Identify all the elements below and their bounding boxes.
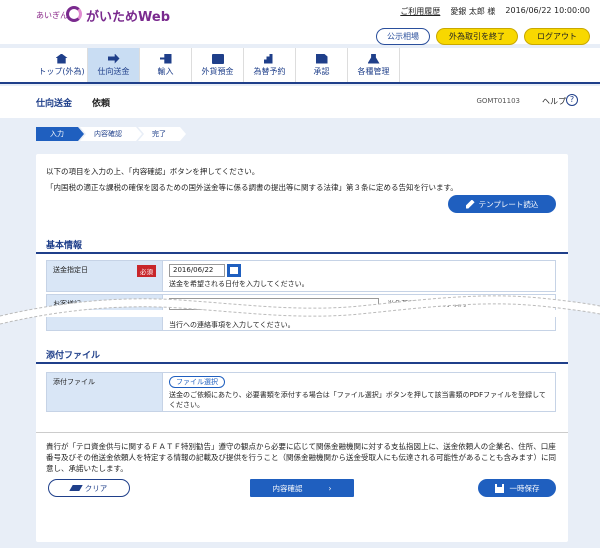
logout-button[interactable]: ログアウト (524, 28, 590, 45)
pencil-icon (465, 199, 475, 209)
send-date-label-text: 送金指定日 (53, 266, 88, 274)
attachment-body: ファイル選択 送金のご依頼にあたり、必要書類を添付する場合は「ファイル選択」ボタ… (163, 373, 555, 411)
consent-notice: 貴行が「テロ資金供与に関するＦＡＴＦ特別勧告」遵守の観点から必要に応じて関係金融… (36, 432, 568, 482)
nav-item-remittance[interactable]: 仕向送金 (88, 48, 140, 82)
page-title: 仕向送金 (36, 99, 73, 109)
nav-item-top[interactable]: トップ(外為) (36, 48, 88, 82)
rates-button[interactable]: 公示相場 (376, 28, 430, 45)
send-date-label: 送金指定日 必須 (47, 261, 163, 291)
progress-steps: 入力 内容確認 完了 (36, 127, 182, 141)
home-icon (55, 53, 68, 64)
header-info: ご利用履歴 愛銀 太郎 様 2016/06/22 10:00:00 (400, 6, 590, 17)
save-icon (494, 483, 504, 493)
clear-label: クリア (84, 483, 108, 493)
attachment-row: 添付ファイル ファイル選択 送金のご依頼にあたり、必要書類を添付する場合は「ファ… (46, 372, 556, 412)
brand-name: がいためWeb (86, 10, 170, 25)
attachment-label: 添付ファイル (47, 373, 163, 411)
login-datetime: 2016/06/22 10:00:00 (505, 6, 590, 15)
confirm-button[interactable]: 内容確認 › (250, 479, 354, 497)
template-load-button[interactable]: テンプレート読込 (448, 195, 556, 213)
help-icon[interactable]: ? (566, 94, 578, 106)
nav-label: 輸入 (157, 66, 174, 76)
main-form-card: 以下の項目を入力の上、「内容確認」ボタンを押してください。 「内国税の適正な課税… (36, 154, 568, 542)
nav-item-deposit[interactable]: 外貨預金 (192, 48, 244, 82)
brand-small-text: あいぎん (36, 11, 68, 20)
nav-label: 外貨預金 (201, 66, 234, 76)
calendar-icon[interactable] (227, 264, 241, 277)
save-label: 一時保存 (509, 483, 540, 493)
save-draft-button[interactable]: 一時保存 (478, 479, 556, 497)
step-input: 入力 (36, 127, 84, 141)
import-icon (159, 53, 172, 64)
brand-logo-icon (66, 6, 82, 22)
nav-item-approve[interactable]: 承認 (296, 48, 348, 82)
admin-icon (367, 53, 380, 64)
nav-label: トップ(外為) (38, 66, 85, 76)
file-select-button[interactable]: ファイル選択 (169, 376, 225, 388)
chart-icon (263, 53, 273, 64)
page-subtitle: 依頼 (92, 99, 111, 109)
user-name: 愛銀 太郎 様 (450, 7, 496, 16)
torn-separator (0, 295, 600, 325)
attachment-title: 添付ファイル (46, 351, 101, 361)
header-buttons: 公示相場 外為取引を終了 ログアウト (376, 28, 590, 45)
top-header: あいぎん がいためWeb ご利用履歴 愛銀 太郎 様 2016/06/22 10… (0, 0, 600, 45)
step-complete: 完了 (138, 127, 186, 141)
basic-info-title: 基本情報 (46, 241, 83, 251)
attachment-hint: 送金のご依頼にあたり、必要書類を添付する場合は「ファイル選択」ボタンを押して該当… (169, 391, 546, 409)
intro-text-1: 以下の項目を入力の上、「内容確認」ボタンを押してください。 (46, 167, 260, 176)
approve-icon (315, 53, 328, 64)
step-confirm: 内容確認 (80, 127, 142, 141)
nav-item-import[interactable]: 輸入 (140, 48, 192, 82)
nav-label: 仕向送金 (97, 66, 130, 76)
intro-text-2: 「内国税の適正な課税の確保を図るための国外送金等に係る調書の提出等に関する法律」… (46, 183, 458, 192)
eraser-icon (69, 485, 83, 491)
nav-item-admin[interactable]: 各種管理 (348, 48, 400, 82)
end-fx-button[interactable]: 外為取引を終了 (436, 28, 518, 45)
send-date-input[interactable]: 2016/06/22 (169, 264, 225, 277)
screen-code: GOMT01103 (476, 97, 520, 105)
deposit-icon (211, 53, 224, 64)
nav-label: 各種管理 (357, 66, 390, 76)
basic-info-divider (36, 252, 568, 254)
required-badge: 必須 (137, 265, 156, 277)
send-date-body: 2016/06/22 送金を希望される日付を入力してください。 (163, 261, 555, 291)
clear-button[interactable]: クリア (48, 479, 130, 497)
nav-item-forward[interactable]: 為替予約 (244, 48, 296, 82)
nav-label: 為替予約 (253, 66, 286, 76)
help-link[interactable]: ヘルプ (542, 96, 566, 107)
attachment-divider (36, 362, 568, 364)
main-nav: トップ(外為) 仕向送金 輸入 外貨預金 為替予約 承認 各種管理 (0, 48, 600, 84)
usage-history-link[interactable]: ご利用履歴 (400, 6, 440, 17)
nav-label: 承認 (313, 66, 330, 76)
template-load-label: テンプレート読込 (478, 199, 539, 209)
page-header: 仕向送金 依頼 GOMT01103 ヘルプ ? (0, 86, 600, 118)
confirm-label: 内容確認 (272, 483, 303, 493)
chevron-right-icon: › (328, 483, 332, 493)
send-icon (107, 53, 120, 64)
